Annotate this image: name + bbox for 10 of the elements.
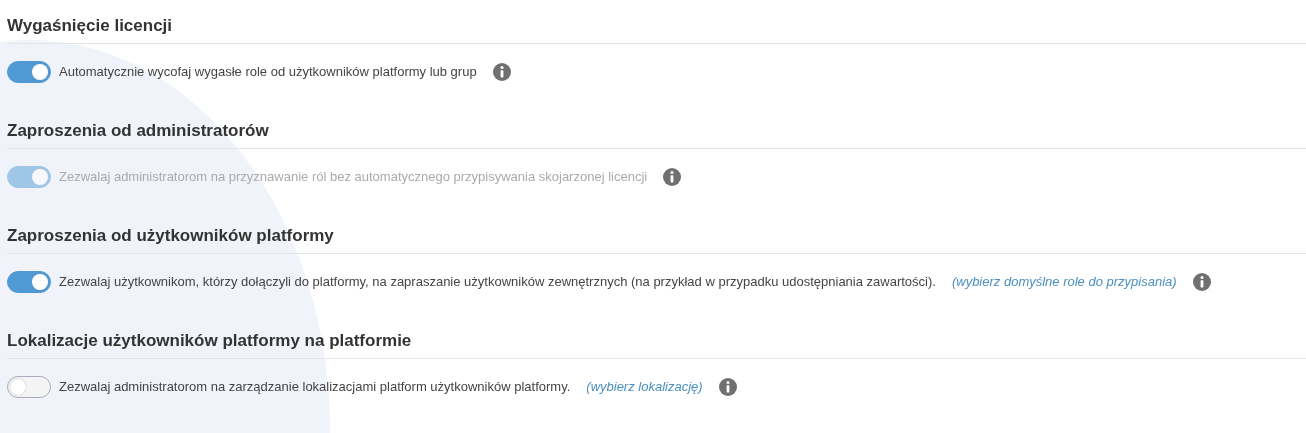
section-heading: Zaproszenia od użytkowników platformy xyxy=(7,225,334,247)
link[interactable]: (wybierz domyślne role do przypisania) xyxy=(951,272,1177,292)
setting-label: Zezwalaj użytkownikom, którzy dołączyli do platformy, na zapraszanie użytkowników zewnętrznych (na przykład w przypadku udostępniania zawartości). xyxy=(59,273,936,292)
section-heading: Zaproszenia od administratorów xyxy=(7,120,269,142)
setting-label: Zezwalaj administratorom na zarządzanie lokalizacjami platform użytkowników platformy. xyxy=(59,378,571,397)
section-heading: Wygaśnięcie licencji xyxy=(7,15,173,37)
section-heading: Lokalizacje użytkowników platformy na platformie xyxy=(7,330,412,352)
setting-label: Automatycznie wycofaj wygasłe role od użytkowników platformy lub grup xyxy=(59,63,477,82)
setting-label: Zezwalaj administratorom na przyznawanie ról bez automatycznego przypisywania skojarzonej licencji xyxy=(59,168,648,187)
link[interactable]: (wybierz lokalizację) xyxy=(586,377,703,397)
